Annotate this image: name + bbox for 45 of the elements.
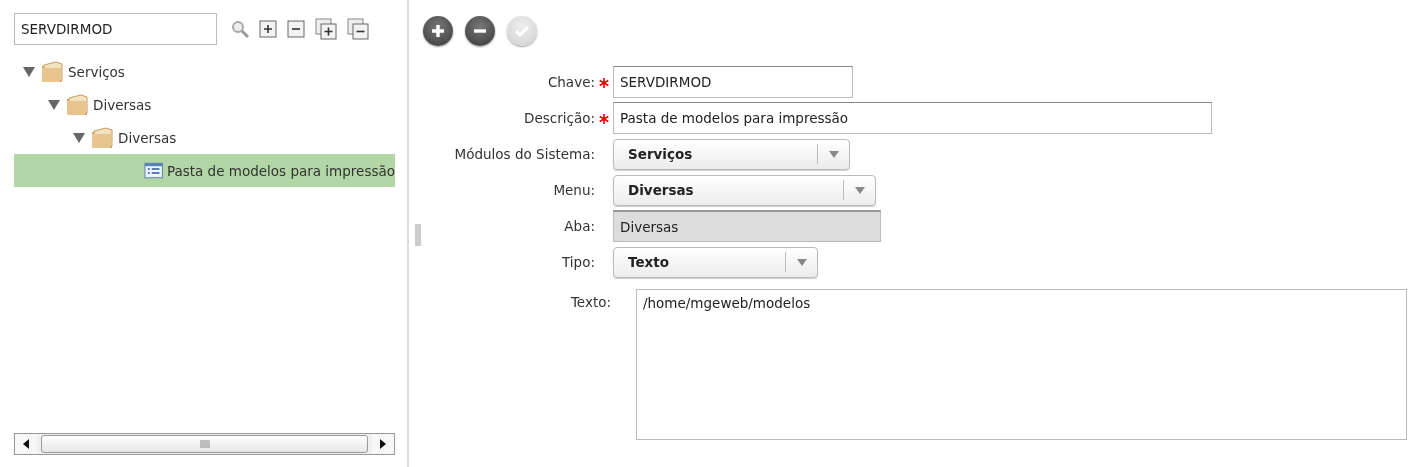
- tree-item-highlight[interactable]: Pasta de modelos para impressão: [14, 154, 395, 187]
- folder-icon: [65, 92, 89, 117]
- field-label: Descrição:: [523, 110, 595, 126]
- expander-icon[interactable]: [22, 64, 36, 79]
- field-label: Chave:: [546, 74, 595, 90]
- collapse-icon[interactable]: [287, 20, 305, 38]
- horizontal-scrollbar[interactable]: [14, 433, 395, 455]
- dropdown[interactable]: Diversas: [613, 174, 876, 206]
- expander-icon[interactable]: [47, 97, 61, 112]
- form-icon: [143, 161, 163, 180]
- splitter-grip-icon[interactable]: [415, 224, 421, 246]
- tree-item-label[interactable]: Serviços: [68, 63, 125, 80]
- field-label: Texto:: [569, 293, 611, 312]
- add-icon: [432, 25, 444, 37]
- dropdown-arrow-icon: [828, 150, 839, 158]
- dropdown[interactable]: Texto: [613, 246, 818, 278]
- scroll-left-icon[interactable]: [22, 438, 30, 450]
- tree-item-label[interactable]: Pasta de modelos para impressão: [166, 162, 395, 179]
- remove-button[interactable]: [465, 16, 495, 46]
- tree-item-label[interactable]: Diversas: [93, 96, 152, 113]
- check-icon: [515, 25, 529, 37]
- folder-icon: [40, 59, 64, 84]
- dropdown[interactable]: Serviços: [613, 138, 850, 170]
- text-area[interactable]: /home/mgeweb/modelos: [636, 289, 1407, 440]
- expander-icon[interactable]: [72, 130, 86, 145]
- field-label: Tipo:: [561, 254, 595, 270]
- search-field[interactable]: SERVDIRMOD: [14, 13, 217, 45]
- readonly-field: Diversas: [613, 210, 881, 242]
- scroll-right-icon[interactable]: [379, 438, 387, 450]
- expand-icon[interactable]: [259, 20, 277, 38]
- field-label: Aba:: [563, 218, 595, 234]
- search-icon[interactable]: [231, 20, 249, 38]
- tree-item-label[interactable]: Diversas: [118, 129, 177, 146]
- collapse-all-icon[interactable]: [347, 18, 369, 40]
- folder-icon: [90, 125, 114, 150]
- remove-icon: [474, 29, 486, 33]
- add-button[interactable]: [423, 16, 453, 46]
- input-field[interactable]: Pasta de modelos para impressão: [613, 102, 1212, 134]
- grip-icon: [199, 439, 210, 449]
- expand-all-icon[interactable]: [315, 18, 337, 40]
- field-label: Módulos do Sistema:: [453, 146, 595, 162]
- dropdown-arrow-icon: [796, 258, 807, 266]
- field-label: Menu:: [552, 182, 595, 198]
- input-field[interactable]: SERVDIRMOD: [613, 66, 853, 98]
- dropdown-arrow-icon: [854, 186, 865, 194]
